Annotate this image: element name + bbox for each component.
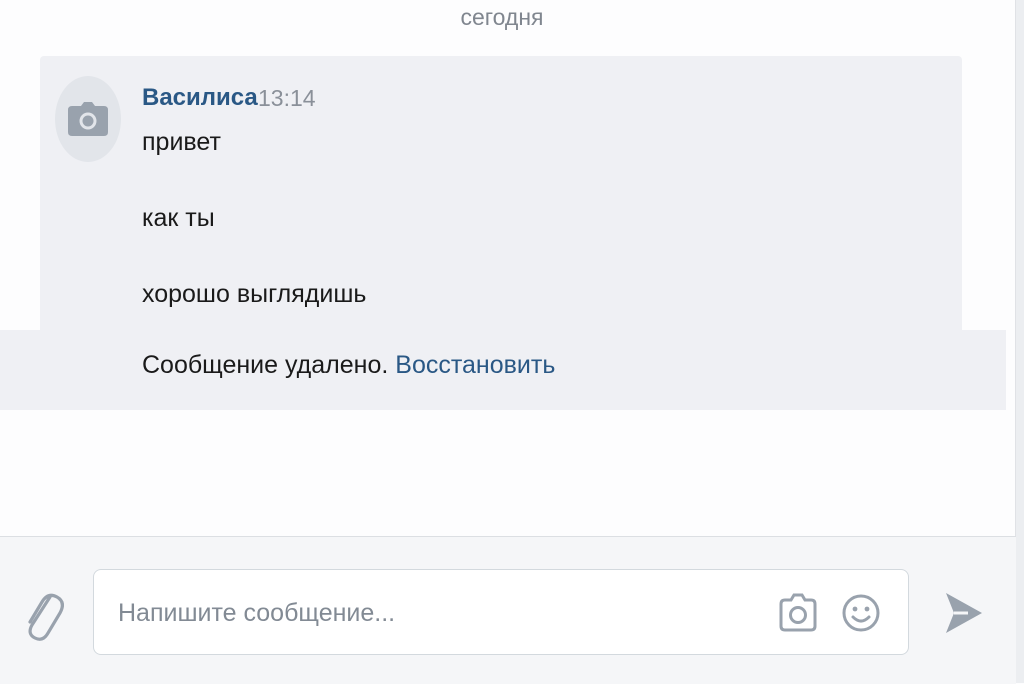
message-time[interactable]: 13:14 xyxy=(258,85,316,112)
date-separator: сегодня xyxy=(460,4,544,30)
send-icon xyxy=(946,593,982,633)
restore-link[interactable]: Восстановить xyxy=(395,351,555,379)
camera-icon xyxy=(779,593,817,632)
send-button[interactable] xyxy=(942,589,984,637)
camera-button[interactable] xyxy=(777,590,819,636)
smile-icon xyxy=(842,594,880,632)
attach-button[interactable] xyxy=(20,585,64,645)
deleted-notice: Сообщение удалено. Восстановить xyxy=(142,351,555,380)
deleted-message: Сообщение удалено. Восстановить xyxy=(0,330,1006,410)
message-input-box[interactable] xyxy=(93,569,909,656)
message-text: привет xyxy=(142,128,221,156)
message-text: хорошо выглядишь xyxy=(142,280,367,308)
message-input[interactable] xyxy=(116,570,760,656)
deleted-label: Сообщение удалено. xyxy=(142,351,389,379)
window-edge xyxy=(1015,0,1024,683)
message-composer xyxy=(0,536,1016,684)
message-text: как ты xyxy=(142,204,215,232)
message-group: Василиса 13:14 привет как ты хорошо выгл… xyxy=(40,56,962,334)
camera-icon xyxy=(68,102,108,136)
avatar[interactable] xyxy=(55,76,121,162)
message-author[interactable]: Василиса xyxy=(142,84,258,112)
emoji-button[interactable] xyxy=(840,590,882,636)
paperclip-icon xyxy=(28,593,64,641)
